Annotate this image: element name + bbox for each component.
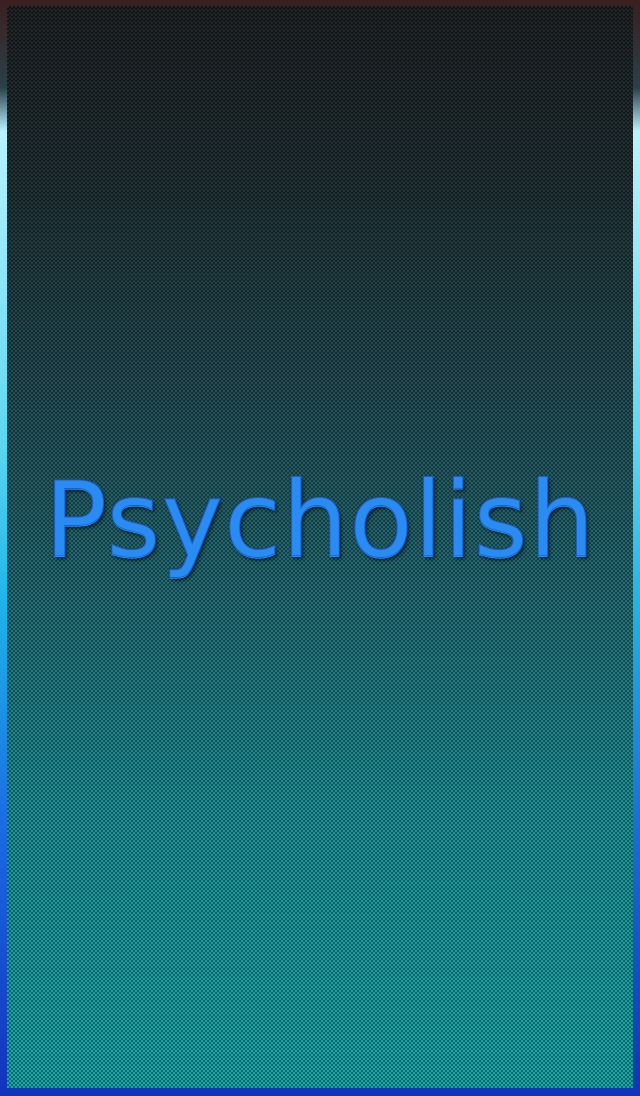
- splash-screen: Psycholish: [7, 6, 633, 1088]
- app-frame: Psycholish: [0, 0, 640, 1096]
- app-title: Psycholish: [44, 459, 596, 581]
